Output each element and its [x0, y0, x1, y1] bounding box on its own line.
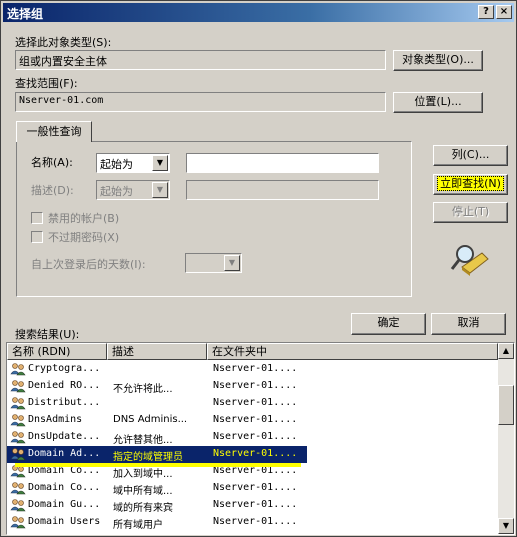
cell-name: Distribut... [28, 397, 101, 408]
results-scrollbar[interactable]: ▲ ▼ [498, 343, 514, 534]
cell-folder: Nserver-01.... [213, 431, 298, 442]
name-operator-value: 起始为 [100, 158, 133, 171]
cell-description: 域的所有来宾 [113, 503, 173, 514]
object-type-field: 组或内置安全主体 [15, 50, 386, 70]
column-header-name[interactable]: 名称 (RDN) [7, 343, 107, 360]
select-group-dialog: 选择组 ? × 选择此对象类型(S): 组或内置安全主体 对象类型(O)... … [0, 0, 517, 537]
cell-description: 所有域用户 [113, 520, 163, 531]
cell-folder: Nserver-01.... [213, 499, 298, 510]
cell-description: DNS Adminis... [113, 414, 188, 425]
cell-name: DnsUpdate... [28, 431, 101, 442]
cell-name: Domain Gu... [28, 499, 101, 510]
chevron-down-icon: ▼ [224, 255, 240, 271]
cell-name: Domain Co... [28, 482, 101, 493]
group-icon [10, 380, 26, 393]
table-row[interactable]: Domain Gu... 域的所有来宾 Nserver-01.... [7, 497, 497, 514]
table-row[interactable]: DnsUpdate... 允许替其他... Nserver-01.... [7, 429, 497, 446]
cell-folder: Nserver-01.... [213, 516, 298, 527]
cell-name: Domain Users [28, 516, 101, 527]
find-now-label: 立即查找(N) [437, 176, 504, 191]
name-operator-select[interactable]: 起始为 ▼ [96, 153, 170, 173]
group-icon [10, 431, 26, 444]
location-label: 查找范围(F): [15, 77, 78, 90]
group-icon [10, 363, 26, 376]
table-row[interactable]: Distribut... Nserver-01.... [7, 395, 497, 412]
disabled-accounts-checkbox: 禁用的帐户(B) [31, 210, 119, 226]
cell-description: 允许替其他... [113, 435, 173, 446]
checkbox-box [31, 212, 43, 224]
cell-description: 指定的域管理员 [113, 452, 183, 463]
cell-folder: Nserver-01.... [213, 397, 298, 408]
cell-folder: Nserver-01.... [213, 380, 298, 391]
object-types-button[interactable]: 对象类型(O)... [393, 50, 483, 71]
cell-name: Domain Ad... [28, 448, 101, 459]
description-operator-value: 起始为 [100, 185, 133, 198]
table-row[interactable]: Denied RO... 不允许将此... Nserver-01.... [7, 378, 497, 395]
cancel-button[interactable]: 取消 [431, 313, 506, 335]
search-results-label: 搜索结果(U): [15, 328, 80, 341]
description-operator-select: 起始为 ▼ [96, 180, 170, 200]
cell-folder: Nserver-01.... [213, 448, 298, 459]
tab-common-queries[interactable]: 一般性查询 [16, 121, 92, 142]
group-icon [10, 414, 26, 427]
cell-name: Denied RO... [28, 380, 101, 391]
scroll-down-icon[interactable]: ▼ [498, 518, 514, 534]
group-icon [10, 499, 26, 512]
scroll-thumb[interactable] [498, 385, 514, 425]
chevron-down-icon[interactable]: ▼ [152, 155, 168, 171]
cell-description: 不允许将此... [113, 384, 173, 395]
table-row[interactable]: Domain Users 所有域用户 Nserver-01.... [7, 514, 497, 531]
object-type-label: 选择此对象类型(S): [15, 36, 112, 49]
highlight-underline [15, 463, 301, 467]
description-input [186, 180, 379, 200]
group-icon [10, 397, 26, 410]
scroll-up-icon[interactable]: ▲ [498, 343, 514, 359]
locations-button[interactable]: 位置(L)... [393, 92, 483, 113]
cell-name: DnsAdmins [28, 414, 83, 425]
group-icon [10, 516, 26, 529]
cell-folder: Nserver-01.... [213, 482, 298, 493]
cell-description: 域中所有域... [113, 486, 173, 497]
description-label: 描述(D): [31, 184, 74, 197]
chevron-down-icon: ▼ [152, 182, 168, 198]
cell-name: Cryptogra... [28, 363, 101, 374]
table-row[interactable]: Cryptogra... Nserver-01.... [7, 361, 497, 378]
table-row[interactable]: DnsAdmins DNS Adminis... Nserver-01.... [7, 412, 497, 429]
name-input[interactable] [186, 153, 379, 173]
checkbox-box [31, 231, 43, 243]
group-icon [10, 482, 26, 495]
table-row[interactable]: Domain Co... 域中所有域... Nserver-01.... [7, 480, 497, 497]
help-button[interactable]: ? [478, 5, 494, 19]
window-title: 选择组 [7, 7, 44, 21]
group-icon [10, 448, 26, 461]
columns-button[interactable]: 列(C)... [433, 145, 508, 166]
column-header-folder[interactable]: 在文件夹中 [207, 343, 498, 360]
name-label: 名称(A): [31, 156, 73, 169]
location-field: Nserver-01.com [15, 92, 386, 112]
cell-description: 加入到域中... [113, 469, 173, 480]
days-since-logon-select: ▼ [185, 253, 242, 273]
column-header-description[interactable]: 描述 [107, 343, 207, 360]
disabled-accounts-label: 禁用的帐户(B) [48, 212, 120, 225]
cell-folder: Nserver-01.... [213, 363, 298, 374]
stop-button: 停止(T) [433, 202, 508, 223]
table-row[interactable]: Domain Ad... 指定的域管理员 Nserver-01.... [7, 446, 307, 463]
non-expiring-password-checkbox: 不过期密码(X) [31, 229, 119, 245]
close-button[interactable]: × [496, 5, 512, 19]
find-now-button[interactable]: 立即查找(N) [433, 174, 508, 195]
cell-folder: Nserver-01.... [213, 414, 298, 425]
search-magnifier-icon [450, 245, 489, 276]
search-results-list[interactable]: 名称 (RDN) 描述 在文件夹中 Cryptogra... Nserver-01… [6, 342, 515, 535]
non-expiring-password-label: 不过期密码(X) [48, 231, 120, 244]
days-since-logon-label: 自上次登录后的天数(I): [31, 258, 146, 271]
ok-button[interactable]: 确定 [351, 313, 426, 335]
title-bar: 选择组 ? × [3, 3, 514, 22]
